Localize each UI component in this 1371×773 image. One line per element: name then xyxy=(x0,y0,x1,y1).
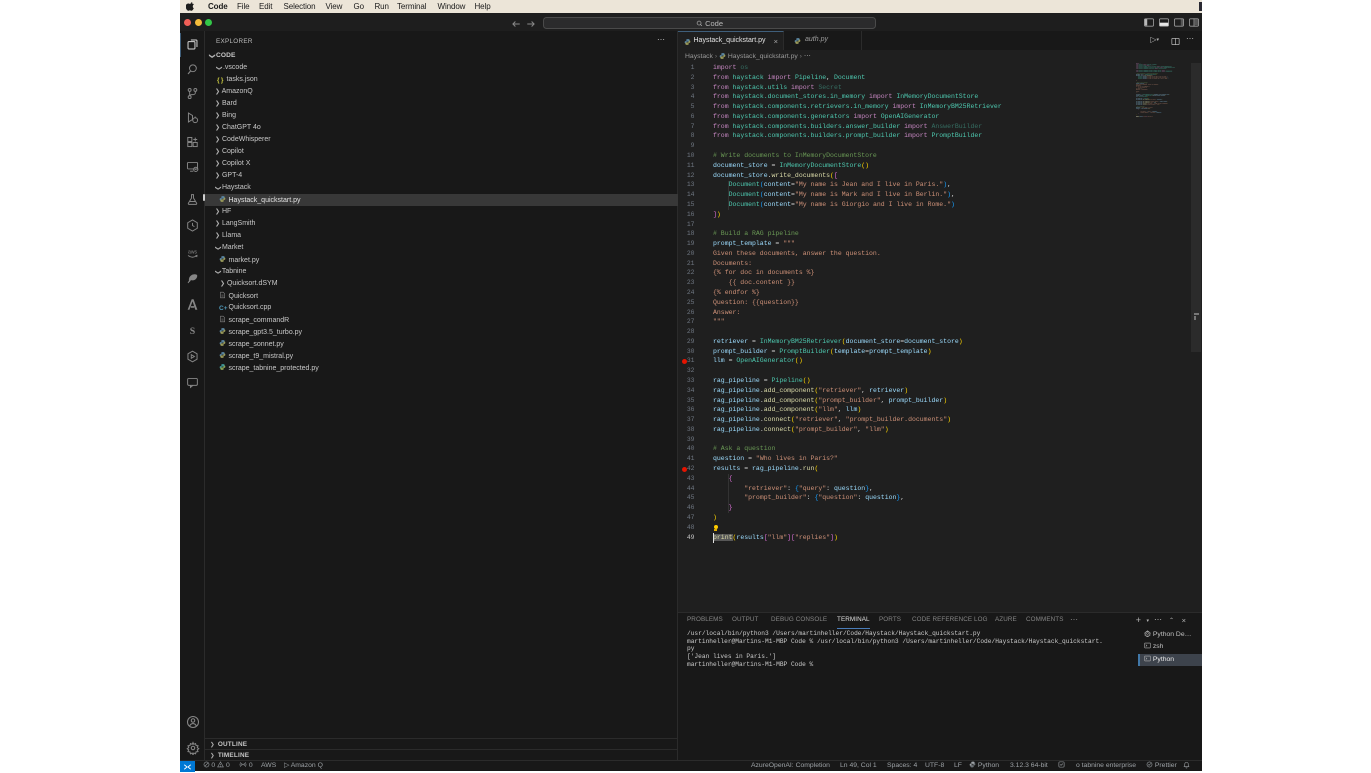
svg-text:aws: aws xyxy=(188,249,197,255)
svg-text:S: S xyxy=(190,326,196,337)
